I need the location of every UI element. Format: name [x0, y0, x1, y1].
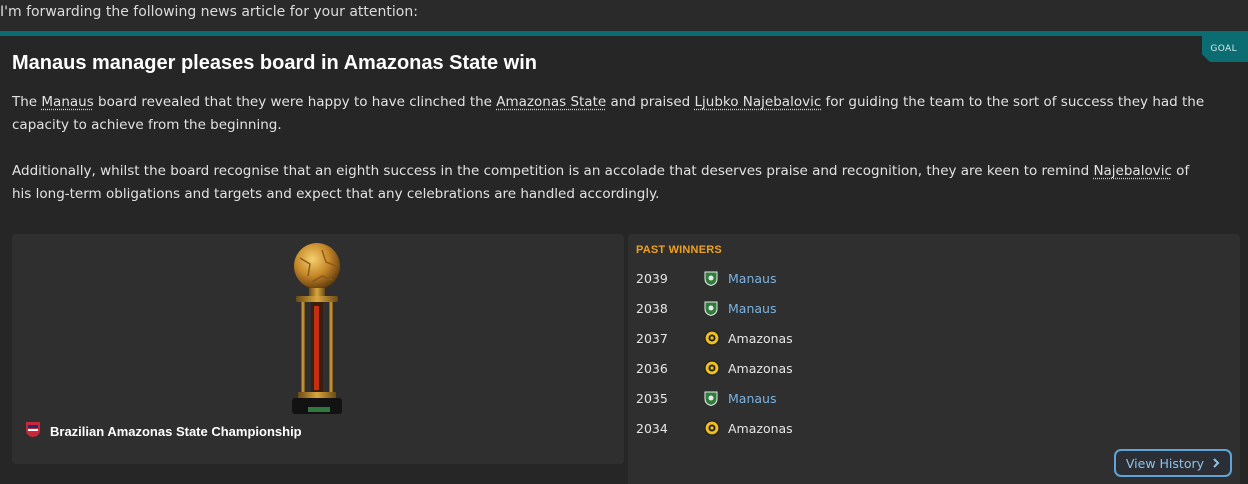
amazonas-crest-icon	[704, 330, 728, 346]
para2-text-a: Additionally, whilst the board recognise…	[12, 163, 1094, 179]
winner-row: 2038 Manaus	[636, 297, 1196, 319]
manager-link[interactable]: Ljubko Najebalovic	[695, 94, 822, 110]
article-paragraph-2: Additionally, whilst the board recognise…	[12, 160, 1212, 206]
forward-intro-text: I'm forwarding the following news articl…	[0, 4, 418, 20]
winner-team: Amazonas	[728, 420, 793, 436]
para1-text-a: The	[12, 94, 42, 110]
trophy-icon	[282, 242, 352, 424]
fa-badge-icon	[24, 420, 42, 442]
winner-team: Amazonas	[728, 330, 793, 346]
manaus-crest-icon	[704, 270, 728, 286]
winner-team-link[interactable]: Manaus	[728, 391, 776, 406]
past-winners-title: PAST WINNERS	[636, 244, 722, 256]
winner-row: 2035 Manaus	[636, 387, 1196, 409]
chevron-right-icon	[1212, 456, 1220, 471]
amazonas-crest-icon	[704, 360, 728, 376]
view-history-button[interactable]: View History	[1113, 449, 1232, 477]
manaus-crest-icon	[704, 300, 728, 316]
goal-tag-label: GOAL	[1210, 44, 1237, 54]
competition-title[interactable]: Brazilian Amazonas State Championship	[24, 420, 302, 442]
winner-year: 2036	[636, 360, 668, 376]
club-link-manaus[interactable]: Manaus	[41, 94, 93, 110]
para1-text-c: and praised	[606, 94, 695, 110]
winner-row: 2034 Amazonas	[636, 417, 1196, 439]
view-history-label: View History	[1125, 455, 1204, 471]
trophy-panel: Brazilian Amazonas State Championship	[12, 234, 624, 464]
winner-year: 2039	[636, 270, 668, 286]
past-winners-panel: PAST WINNERS 2039 Manaus 2038 Manaus 203…	[628, 234, 1240, 484]
amazonas-crest-icon	[704, 420, 728, 436]
winner-year: 2034	[636, 420, 668, 436]
winner-year: 2038	[636, 300, 668, 316]
winner-row: 2036 Amazonas	[636, 357, 1196, 379]
winner-team: Amazonas	[728, 360, 793, 376]
winner-year: 2037	[636, 330, 668, 346]
article-headline: Manaus manager pleases board in Amazonas…	[12, 52, 537, 74]
competition-link[interactable]: Amazonas State	[496, 94, 606, 110]
para1-text-b: board revealed that they were happy to h…	[93, 94, 497, 110]
goal-tag: GOAL	[1202, 36, 1248, 62]
manaus-crest-icon	[704, 390, 728, 406]
winner-row: 2039 Manaus	[636, 267, 1196, 289]
news-article: GOAL Manaus manager pleases board in Ama…	[0, 31, 1248, 484]
winner-team-link[interactable]: Manaus	[728, 271, 776, 286]
article-paragraph-1: The Manaus board revealed that they were…	[12, 91, 1212, 137]
competition-name: Brazilian Amazonas State Championship	[50, 423, 302, 439]
winner-row: 2037 Amazonas	[636, 327, 1196, 349]
winner-team-link[interactable]: Manaus	[728, 301, 776, 316]
winner-year: 2035	[636, 390, 668, 406]
manager-link-2[interactable]: Najebalovic	[1093, 163, 1171, 179]
